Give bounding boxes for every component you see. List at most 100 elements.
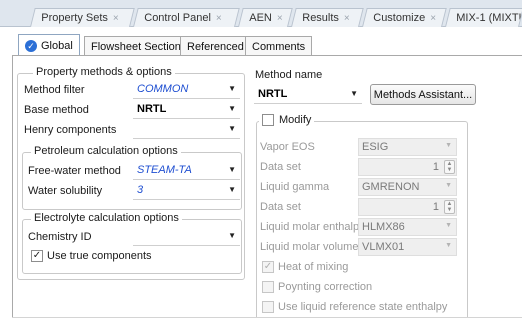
- data-set-label-2: Data set: [260, 201, 301, 213]
- modify-checkbox[interactable]: [262, 114, 274, 126]
- chevron-down-icon: ▼: [228, 231, 236, 240]
- section-tab-strip: ✓ Global Flowsheet Sections Referenced C…: [0, 27, 522, 56]
- document-tab-strip: Property Sets × Control Panel × AEN × Resul…: [0, 0, 522, 27]
- close-icon[interactable]: ×: [216, 13, 222, 24]
- chemistry-id-label: Chemistry ID: [28, 231, 92, 243]
- liquid-molar-enthalpy-value: HLMX86: [362, 221, 405, 233]
- tab-referenced[interactable]: Referenced: [180, 36, 251, 56]
- doc-tab-label: Customize: [373, 12, 426, 24]
- heat-of-mixing-checkbox[interactable]: ✓: [262, 261, 274, 273]
- liquid-molar-enthalpy-select[interactable]: HLMX86 ▼: [358, 218, 457, 236]
- modify-label: Modify: [279, 114, 312, 126]
- property-methods-legend: Property methods & options: [33, 66, 175, 78]
- modify-legend: Modify: [259, 114, 315, 126]
- method-filter-label: Method filter: [24, 84, 85, 96]
- close-icon[interactable]: ×: [277, 13, 283, 24]
- chevron-down-icon: ▼: [228, 124, 236, 133]
- spinner-arrows-icon[interactable]: ▲ ▼: [444, 160, 455, 174]
- doc-tab-label: Results: [302, 12, 339, 24]
- check-icon: ✓: [263, 261, 273, 272]
- tab-flowsheet-sections[interactable]: Flowsheet Sections: [84, 36, 194, 56]
- close-icon[interactable]: ×: [113, 13, 119, 24]
- water-solubility-label: Water solubility: [28, 185, 103, 197]
- doc-tab-mix-1[interactable]: MIX-1 (MIXTURE)×: [445, 8, 522, 27]
- method-name-label: Method name: [255, 69, 323, 81]
- chevron-down-icon: ▼: [228, 165, 236, 174]
- doc-tab-label: Control Panel: [144, 12, 211, 24]
- electrolyte-legend: Electrolyte calculation options: [31, 212, 182, 224]
- doc-tab-control-panel[interactable]: Control Panel ×: [133, 8, 240, 27]
- chevron-down-icon: ▼: [350, 89, 358, 98]
- check-circle-icon: ✓: [25, 39, 37, 52]
- free-water-label: Free-water method: [28, 165, 121, 177]
- liquid-molar-volume-select[interactable]: VLMX01 ▼: [358, 238, 457, 256]
- petroleum-legend: Petroleum calculation options: [31, 145, 181, 157]
- petroleum-group: [22, 152, 242, 210]
- free-water-select[interactable]: STEAM-TA ▼: [133, 162, 240, 180]
- poynting-correction-label: Poynting correction: [278, 281, 373, 293]
- free-water-value: STEAM-TA: [137, 164, 192, 176]
- check-icon: ✓: [32, 250, 42, 261]
- method-filter-select[interactable]: COMMON ▼: [133, 81, 240, 99]
- chevron-down-icon: ▼: [445, 182, 452, 189]
- tab-label: Flowsheet Sections: [91, 40, 187, 53]
- data-set-label-1: Data set: [260, 161, 301, 173]
- liquid-reference-label: Use liquid reference state enthalpy: [278, 301, 448, 313]
- water-solubility-select[interactable]: 3 ▼: [133, 182, 240, 200]
- data-set-value-1: 1: [432, 161, 439, 173]
- method-name-select[interactable]: NRTL ▼: [254, 86, 362, 104]
- doc-tab-label: MIX-1 (MIXTURE): [456, 12, 522, 24]
- vapor-eos-label: Vapor EOS: [260, 141, 315, 153]
- spinner-arrows-icon[interactable]: ▲ ▼: [444, 200, 455, 214]
- liquid-gamma-value: GMRENON: [362, 181, 420, 193]
- liquid-gamma-select[interactable]: GMRENON ▼: [358, 178, 457, 196]
- tab-label: Referenced: [187, 40, 244, 53]
- chevron-down-icon: ▼: [228, 104, 236, 113]
- doc-tab-results[interactable]: Results ×: [291, 8, 364, 27]
- doc-tab-label: Property Sets: [41, 12, 108, 24]
- tab-label: Global: [41, 39, 73, 52]
- method-filter-value: COMMON: [137, 83, 189, 95]
- doc-tab-customize[interactable]: Customize ×: [362, 8, 447, 27]
- data-set-spinner-2[interactable]: 1 ▲ ▼: [358, 198, 457, 216]
- tab-comments[interactable]: Comments: [245, 36, 313, 56]
- liquid-gamma-label: Liquid gamma: [260, 181, 330, 193]
- spin-down-icon: ▼: [446, 167, 453, 173]
- use-true-components-checkbox[interactable]: ✓: [31, 250, 43, 262]
- base-method-value: NRTL: [137, 103, 167, 115]
- chevron-down-icon: ▼: [228, 185, 236, 194]
- doc-tab-property-sets[interactable]: Property Sets ×: [30, 8, 135, 27]
- base-method-select[interactable]: NRTL ▼: [133, 101, 240, 119]
- vapor-eos-select[interactable]: ESIG ▼: [358, 138, 457, 156]
- data-set-spinner-1[interactable]: 1 ▲ ▼: [358, 158, 457, 176]
- chevron-down-icon: ▼: [445, 142, 452, 149]
- tab-global[interactable]: ✓ Global: [18, 34, 80, 56]
- method-name-value: NRTL: [258, 88, 288, 100]
- doc-tab-aen[interactable]: AEN ×: [238, 8, 293, 27]
- henry-components-select[interactable]: ▼: [133, 121, 240, 139]
- chevron-down-icon: ▼: [445, 222, 452, 229]
- liquid-molar-enthalpy-label: Liquid molar enthalpy: [260, 221, 365, 233]
- use-true-components-label: Use true components: [47, 250, 152, 262]
- tab-label: Comments: [252, 40, 306, 53]
- chemistry-id-select[interactable]: ▼: [133, 228, 240, 246]
- spin-down-icon: ▼: [446, 207, 453, 213]
- liquid-reference-checkbox[interactable]: [262, 301, 274, 313]
- heat-of-mixing-label: Heat of mixing: [278, 261, 349, 273]
- close-icon[interactable]: ×: [344, 13, 350, 24]
- methods-assistant-button[interactable]: Methods Assistant...: [370, 84, 476, 105]
- tab-underline: [12, 55, 522, 56]
- henry-components-label: Henry components: [24, 124, 117, 136]
- poynting-correction-checkbox[interactable]: [262, 281, 274, 293]
- data-set-value-2: 1: [432, 201, 439, 213]
- close-icon[interactable]: ×: [430, 13, 436, 24]
- chevron-down-icon: ▼: [228, 84, 236, 93]
- liquid-molar-volume-value: VLMX01: [362, 241, 405, 253]
- liquid-molar-volume-label: Liquid molar volume: [260, 241, 359, 253]
- chevron-down-icon: ▼: [445, 242, 452, 249]
- doc-tab-label: AEN: [249, 12, 272, 24]
- panel-border: [12, 55, 13, 318]
- vapor-eos-value: ESIG: [362, 141, 389, 153]
- water-solubility-value: 3: [137, 184, 144, 196]
- base-method-label: Base method: [24, 104, 89, 116]
